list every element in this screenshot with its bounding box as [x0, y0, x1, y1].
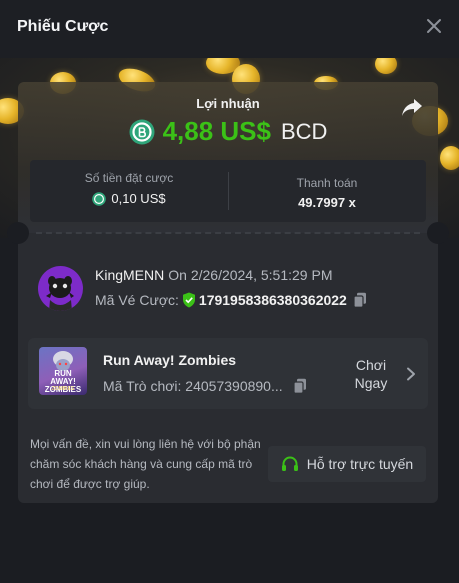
- game-thumbnail[interactable]: RUN AWAY! ZOMBIES ZOMBIES: [39, 347, 87, 395]
- ticket-divider: [36, 232, 420, 234]
- bet-date: On 2/26/2024, 5:51:29 PM: [168, 267, 333, 283]
- ticket-id-row: Mã Vé Cược: 1791958386380362022: [95, 292, 367, 308]
- share-icon[interactable]: [400, 96, 424, 118]
- chevron-right-icon[interactable]: [406, 367, 416, 381]
- game-card[interactable]: RUN AWAY! ZOMBIES ZOMBIES Run Away! Zomb…: [28, 338, 428, 409]
- support-notice: Mọi vấn đề, xin vui lòng liên hệ với bộ …: [30, 437, 261, 491]
- coin-decoration: [375, 58, 397, 74]
- modal-header: Phiếu Cược: [0, 0, 459, 58]
- bet-amount-value: 0,10 US$: [111, 191, 166, 206]
- play-now-button[interactable]: Chơi Ngay: [346, 356, 396, 392]
- payout-stat: Thanh toán 49.7997 x: [228, 160, 426, 222]
- bet-amount-stat: Số tiền đặt cược 0,10 US$: [30, 160, 228, 222]
- live-support-label: Hỗ trợ trực tuyến: [306, 456, 414, 472]
- bcd-coin-icon: [129, 119, 155, 144]
- user-info-line: KingMENN On 2/26/2024, 5:51:29 PM: [95, 267, 332, 283]
- live-support-button[interactable]: Hỗ trợ trực tuyến: [268, 446, 426, 482]
- username[interactable]: KingMENN: [95, 267, 164, 283]
- game-id-row: Mã Trò chơi: 24057390890...: [103, 378, 307, 394]
- bet-slip-modal: Phiếu Cược Lợi nhuận 4,88 US$ BCD Số tiề…: [0, 0, 459, 583]
- ticket-id-label: Mã Vé Cược:: [95, 292, 179, 308]
- coin-decoration: [440, 146, 459, 170]
- ticket-notch-right: [427, 222, 449, 244]
- shield-check-icon: [182, 292, 195, 308]
- copy-icon[interactable]: [293, 378, 307, 394]
- payout-label: Thanh toán: [296, 176, 358, 190]
- profit-label: Lợi nhuận: [196, 96, 260, 111]
- game-thumbnail-subtitle: ZOMBIES: [51, 386, 75, 392]
- profit-amount: 4,88 US$: [162, 116, 271, 146]
- game-name[interactable]: Run Away! Zombies: [103, 352, 236, 368]
- bet-amount-label: Số tiền đặt cược: [84, 171, 174, 185]
- close-icon[interactable]: [425, 17, 443, 35]
- payout-value: 49.7997 x: [298, 195, 356, 210]
- avatar-character-icon: [46, 276, 74, 311]
- bet-amount-value-row: 0,10 US$: [30, 191, 228, 206]
- bet-stats: Số tiền đặt cược 0,10 US$ Thanh toán 49.…: [30, 160, 426, 222]
- modal-title: Phiếu Cược: [17, 18, 109, 35]
- ticket-notch-left: [7, 222, 29, 244]
- ticket-id: 1791958386380362022: [198, 292, 347, 308]
- profit-row: 4,88 US$ BCD: [18, 116, 438, 147]
- headset-icon: [281, 456, 298, 471]
- bet-ticket: Lợi nhuận 4,88 US$ BCD Số tiền đặt cược: [7, 82, 449, 503]
- copy-icon[interactable]: [353, 292, 367, 308]
- avatar[interactable]: [38, 266, 83, 311]
- bcd-coin-icon: [92, 191, 107, 206]
- profit-currency: BCD: [280, 118, 328, 144]
- game-id: Mã Trò chơi: 24057390890...: [103, 378, 283, 394]
